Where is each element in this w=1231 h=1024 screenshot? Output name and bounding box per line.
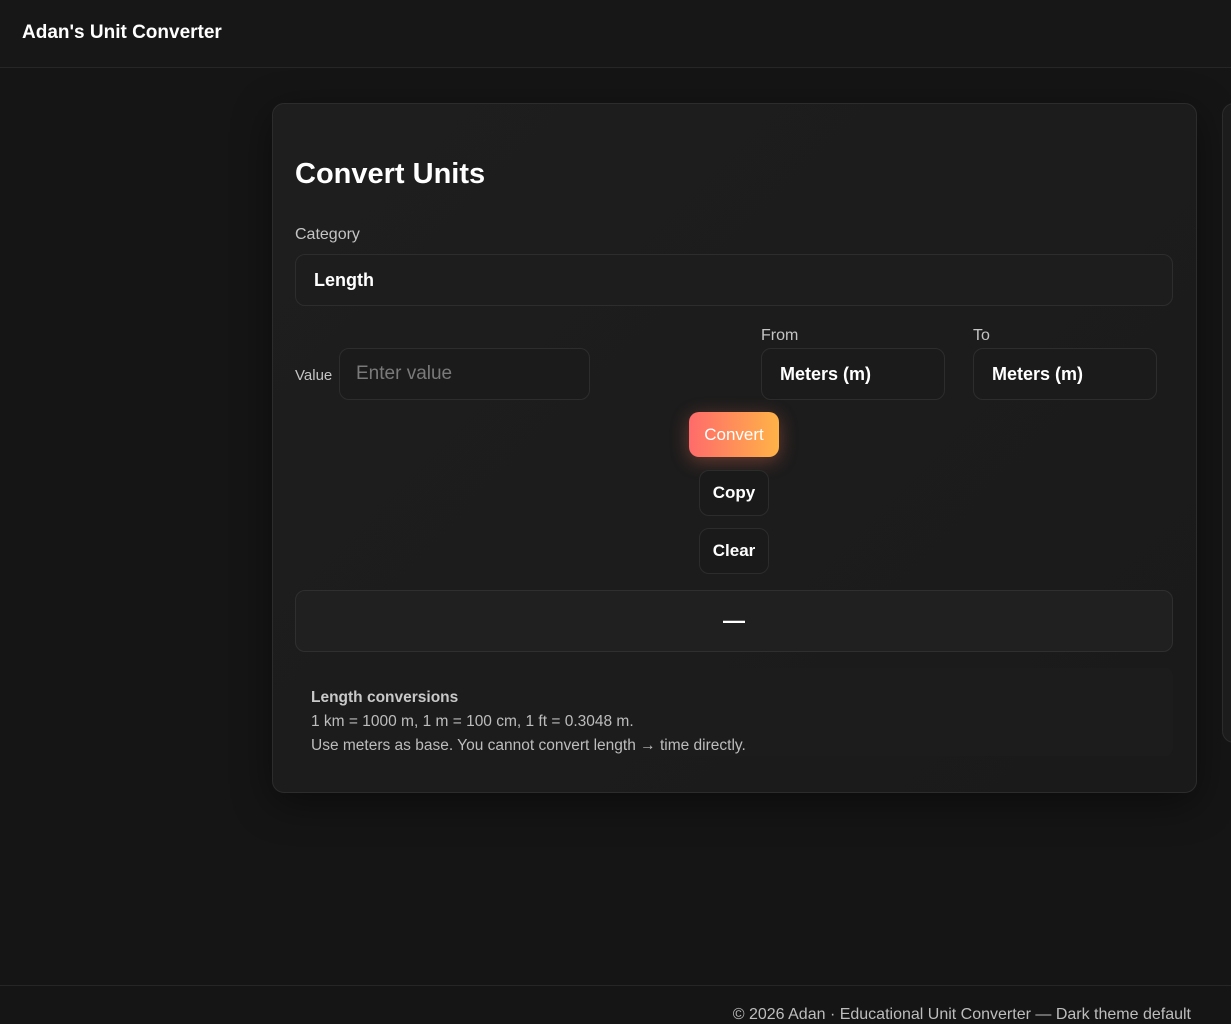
from-unit-value: Meters (m): [780, 363, 872, 384]
result-display: —: [295, 590, 1173, 652]
category-label: Category: [295, 226, 360, 243]
converter-card: Convert Units Category Length Value From…: [272, 103, 1197, 793]
value-label: Value: [295, 367, 333, 384]
from-unit-select[interactable]: Meters (m): [761, 348, 945, 400]
to-unit-select[interactable]: Meters (m): [973, 348, 1157, 400]
footer: © 2026 Adan · Educational Unit Converter…: [0, 985, 1231, 1023]
card-title: Convert Units: [295, 158, 486, 190]
convert-button[interactable]: Convert: [689, 412, 779, 457]
info-line-1: 1 km = 1000 m, 1 m = 100 cm, 1 ft = 0.30…: [311, 713, 634, 730]
info-line-2: Use meters as base. You cannot convert l…: [311, 737, 746, 754]
info-box: Length conversions 1 km = 1000 m, 1 m = …: [295, 668, 1173, 756]
from-label: From: [761, 327, 799, 344]
info-title: Length conversions: [311, 689, 459, 706]
clear-button[interactable]: Clear: [699, 528, 769, 574]
category-select[interactable]: Length: [295, 254, 1173, 306]
value-input[interactable]: [339, 348, 590, 400]
to-label: To: [973, 327, 990, 344]
top-bar: Adan's Unit Converter: [0, 0, 1231, 68]
copy-button[interactable]: Copy: [699, 470, 769, 516]
side-panel-edge: [1222, 103, 1231, 743]
to-unit-value: Meters (m): [992, 363, 1084, 384]
app-title: Adan's Unit Converter: [22, 22, 222, 43]
footer-text: © 2026 Adan · Educational Unit Converter…: [732, 1006, 1191, 1023]
category-value: Length: [314, 269, 374, 290]
